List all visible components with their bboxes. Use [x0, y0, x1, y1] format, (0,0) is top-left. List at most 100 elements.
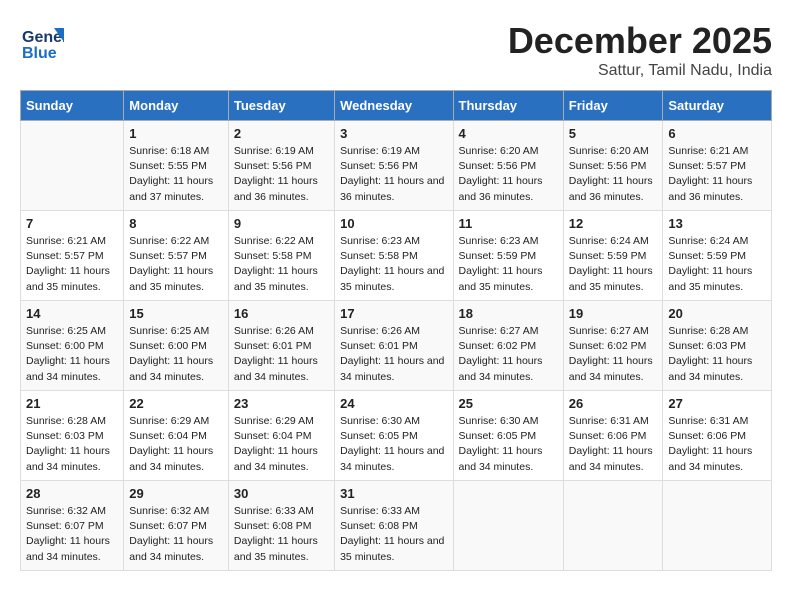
day-number: 25 [459, 396, 558, 411]
weekday-header: Sunday [21, 91, 124, 121]
day-number: 17 [340, 306, 447, 321]
calendar-week-row: 1 Sunrise: 6:18 AMSunset: 5:55 PMDaylight… [21, 121, 772, 211]
calendar-cell: 24Sunrise: 6:30 AMSunset: 6:05 PMDayligh… [335, 391, 453, 481]
calendar-cell: 21 Sunrise: 6:28 AMSunset: 6:03 PMDayligh… [21, 391, 124, 481]
day-number: 3 [340, 126, 447, 141]
cell-info: Sunrise: 6:19 AMSunset: 5:56 PMDaylight:… [234, 144, 329, 205]
location-subtitle: Sattur, Tamil Nadu, India [508, 62, 772, 80]
day-number: 9 [234, 216, 329, 231]
cell-info: Sunrise: 6:18 AMSunset: 5:55 PMDaylight:… [129, 144, 223, 205]
day-number: 26 [569, 396, 658, 411]
title-block: December 2025 Sattur, Tamil Nadu, India [508, 20, 772, 80]
weekday-header: Friday [563, 91, 663, 121]
weekday-header: Thursday [453, 91, 563, 121]
weekday-header: Monday [124, 91, 229, 121]
calendar-week-row: 14 Sunrise: 6:25 AMSunset: 6:00 PMDayligh… [21, 301, 772, 391]
calendar-cell [663, 481, 772, 571]
calendar-cell: 5Sunrise: 6:20 AMSunset: 5:56 PMDaylight… [563, 121, 663, 211]
weekday-header: Saturday [663, 91, 772, 121]
calendar-cell: 23 Sunrise: 6:29 AMSunset: 6:04 PMDayligh… [228, 391, 334, 481]
cell-info: Sunrise: 6:33 AMSunset: 6:08 PMDaylight:… [340, 504, 447, 565]
calendar-cell: 6Sunrise: 6:21 AMSunset: 5:57 PMDaylight… [663, 121, 772, 211]
cell-info: Sunrise: 6:27 AMSunset: 6:02 PMDaylight:… [569, 324, 658, 385]
cell-info: Sunrise: 6:28 AMSunset: 6:03 PMDaylight:… [26, 414, 118, 475]
cell-info: Sunrise: 6:27 AMSunset: 6:02 PMDaylight:… [459, 324, 558, 385]
day-number: 21 [26, 396, 118, 411]
cell-info: Sunrise: 6:26 AMSunset: 6:01 PMDaylight:… [234, 324, 329, 385]
calendar-cell [563, 481, 663, 571]
calendar-cell: 12Sunrise: 6:24 AMSunset: 5:59 PMDayligh… [563, 211, 663, 301]
calendar-cell: 25 Sunrise: 6:30 AMSunset: 6:05 PMDayligh… [453, 391, 563, 481]
calendar-cell: 13 Sunrise: 6:24 AMSunset: 5:59 PMDayligh… [663, 211, 772, 301]
day-number: 15 [129, 306, 223, 321]
day-number: 1 [129, 126, 223, 141]
cell-info: Sunrise: 6:20 AMSunset: 5:56 PMDaylight:… [569, 144, 658, 205]
cell-info: Sunrise: 6:21 AMSunset: 5:57 PMDaylight:… [26, 234, 118, 295]
logo: General Blue [20, 20, 66, 64]
cell-info: Sunrise: 6:26 AMSunset: 6:01 PMDaylight:… [340, 324, 447, 385]
cell-info: Sunrise: 6:30 AMSunset: 6:05 PMDaylight:… [459, 414, 558, 475]
calendar-cell: 2 Sunrise: 6:19 AMSunset: 5:56 PMDaylight… [228, 121, 334, 211]
cell-info: Sunrise: 6:31 AMSunset: 6:06 PMDaylight:… [668, 414, 766, 475]
day-number: 20 [668, 306, 766, 321]
calendar-cell: 17 Sunrise: 6:26 AMSunset: 6:01 PMDayligh… [335, 301, 453, 391]
day-number: 23 [234, 396, 329, 411]
day-number: 7 [26, 216, 118, 231]
day-number: 28 [26, 486, 118, 501]
cell-info: Sunrise: 6:20 AMSunset: 5:56 PMDaylight:… [459, 144, 558, 205]
calendar-cell: 11Sunrise: 6:23 AMSunset: 5:59 PMDayligh… [453, 211, 563, 301]
cell-info: Sunrise: 6:29 AMSunset: 6:04 PMDaylight:… [129, 414, 223, 475]
day-number: 29 [129, 486, 223, 501]
day-number: 24 [340, 396, 447, 411]
day-number: 4 [459, 126, 558, 141]
calendar-cell: 3Sunrise: 6:19 AMSunset: 5:56 PMDaylight… [335, 121, 453, 211]
page-header: General Blue December 2025 Sattur, Tamil… [20, 20, 772, 80]
calendar-cell: 29 Sunrise: 6:32 AMSunset: 6:07 PMDayligh… [124, 481, 229, 571]
day-number: 16 [234, 306, 329, 321]
day-number: 27 [668, 396, 766, 411]
calendar-cell: 20 Sunrise: 6:28 AMSunset: 6:03 PMDayligh… [663, 301, 772, 391]
calendar-week-row: 21 Sunrise: 6:28 AMSunset: 6:03 PMDayligh… [21, 391, 772, 481]
cell-info: Sunrise: 6:25 AMSunset: 6:00 PMDaylight:… [129, 324, 223, 385]
calendar-cell: 9 Sunrise: 6:22 AMSunset: 5:58 PMDaylight… [228, 211, 334, 301]
calendar-cell: 15 Sunrise: 6:25 AMSunset: 6:00 PMDayligh… [124, 301, 229, 391]
weekday-header-row: SundayMondayTuesdayWednesdayThursdayFrid… [21, 91, 772, 121]
day-number: 18 [459, 306, 558, 321]
calendar-cell: 26 Sunrise: 6:31 AMSunset: 6:06 PMDayligh… [563, 391, 663, 481]
calendar-cell: 10 Sunrise: 6:23 AMSunset: 5:58 PMDayligh… [335, 211, 453, 301]
calendar-cell: 7 Sunrise: 6:21 AMSunset: 5:57 PMDaylight… [21, 211, 124, 301]
calendar-cell: 14 Sunrise: 6:25 AMSunset: 6:00 PMDayligh… [21, 301, 124, 391]
cell-info: Sunrise: 6:24 AMSunset: 5:59 PMDaylight:… [668, 234, 766, 295]
day-number: 13 [668, 216, 766, 231]
calendar-cell: 31 Sunrise: 6:33 AMSunset: 6:08 PMDayligh… [335, 481, 453, 571]
cell-info: Sunrise: 6:23 AMSunset: 5:58 PMDaylight:… [340, 234, 447, 295]
cell-info: Sunrise: 6:22 AMSunset: 5:57 PMDaylight:… [129, 234, 223, 295]
day-number: 31 [340, 486, 447, 501]
calendar-week-row: 28 Sunrise: 6:32 AMSunset: 6:07 PMDayligh… [21, 481, 772, 571]
day-number: 6 [668, 126, 766, 141]
cell-info: Sunrise: 6:25 AMSunset: 6:00 PMDaylight:… [26, 324, 118, 385]
calendar-cell [21, 121, 124, 211]
day-number: 10 [340, 216, 447, 231]
day-number: 12 [569, 216, 658, 231]
day-number: 22 [129, 396, 223, 411]
calendar-cell: 8Sunrise: 6:22 AMSunset: 5:57 PMDaylight… [124, 211, 229, 301]
cell-info: Sunrise: 6:22 AMSunset: 5:58 PMDaylight:… [234, 234, 329, 295]
cell-info: Sunrise: 6:32 AMSunset: 6:07 PMDaylight:… [129, 504, 223, 565]
cell-info: Sunrise: 6:29 AMSunset: 6:04 PMDaylight:… [234, 414, 329, 475]
day-number: 11 [459, 216, 558, 231]
cell-info: Sunrise: 6:28 AMSunset: 6:03 PMDaylight:… [668, 324, 766, 385]
calendar-week-row: 7 Sunrise: 6:21 AMSunset: 5:57 PMDaylight… [21, 211, 772, 301]
calendar-cell: 27 Sunrise: 6:31 AMSunset: 6:06 PMDayligh… [663, 391, 772, 481]
cell-info: Sunrise: 6:32 AMSunset: 6:07 PMDaylight:… [26, 504, 118, 565]
weekday-header: Tuesday [228, 91, 334, 121]
day-number: 30 [234, 486, 329, 501]
day-number: 19 [569, 306, 658, 321]
weekday-header: Wednesday [335, 91, 453, 121]
day-number: 14 [26, 306, 118, 321]
day-number: 2 [234, 126, 329, 141]
calendar-cell: 28 Sunrise: 6:32 AMSunset: 6:07 PMDayligh… [21, 481, 124, 571]
calendar-cell: 30Sunrise: 6:33 AMSunset: 6:08 PMDayligh… [228, 481, 334, 571]
svg-text:Blue: Blue [22, 45, 57, 62]
cell-info: Sunrise: 6:31 AMSunset: 6:06 PMDaylight:… [569, 414, 658, 475]
